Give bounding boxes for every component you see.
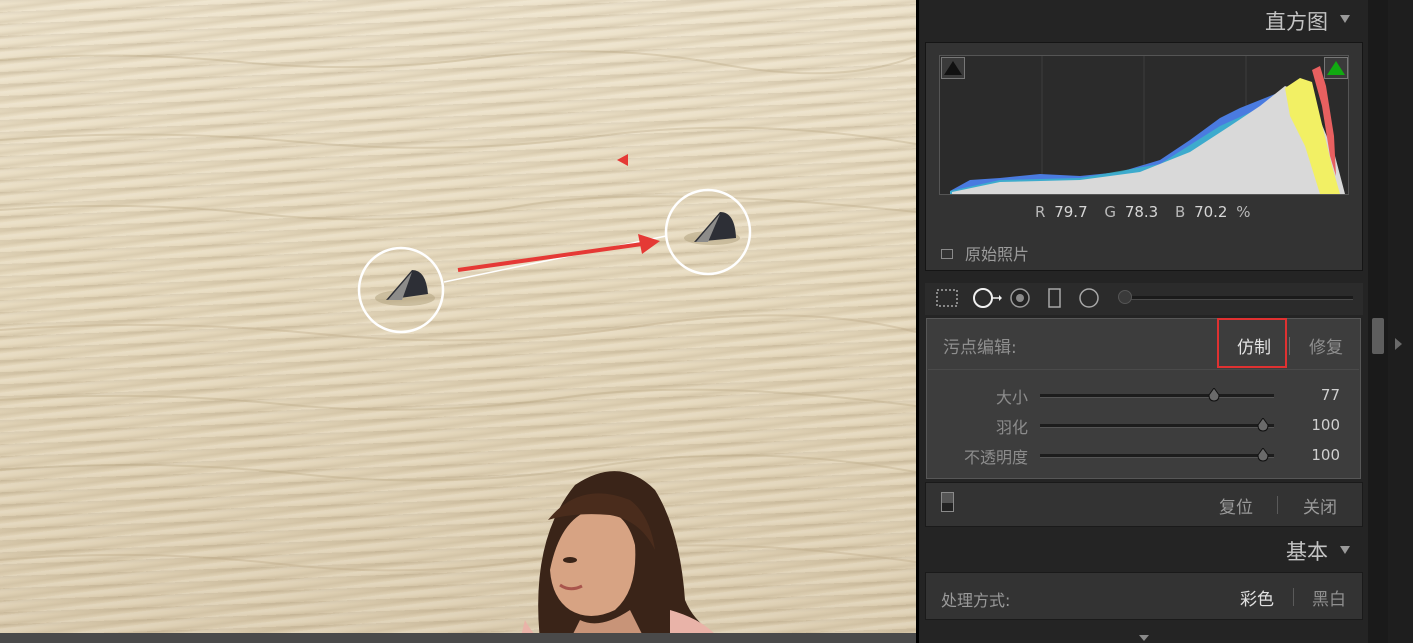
photo-canvas[interactable] xyxy=(0,0,916,633)
shadow-clipping-toggle[interactable] xyxy=(941,57,965,79)
photo-overlay xyxy=(0,50,916,572)
histogram-graph xyxy=(939,55,1349,195)
treatment-separator xyxy=(1293,588,1294,606)
filmstrip-edge xyxy=(0,633,916,643)
source-object xyxy=(375,270,435,306)
shadow-clip-triangle-icon xyxy=(944,61,962,75)
highlight-clip-triangle-icon xyxy=(1327,61,1345,75)
feather-slider-label: 羽化 xyxy=(995,418,1028,437)
g-label: G xyxy=(1104,203,1117,221)
feather-slider-track[interactable] xyxy=(1040,424,1274,428)
rgb-readout: R 79.7 G 78.3 B 70.2 % xyxy=(1035,203,1255,221)
opacity-slider-label: 不透明度 xyxy=(963,448,1028,467)
adjustment-brush-track[interactable] xyxy=(1125,296,1353,300)
target-object xyxy=(684,212,740,245)
red-eye-icon[interactable] xyxy=(1009,287,1033,309)
original-photo-checkbox[interactable] xyxy=(941,249,953,259)
action-separator xyxy=(1277,496,1278,514)
opacity-slider-track[interactable] xyxy=(1040,454,1274,458)
tool-action-bar xyxy=(925,482,1363,527)
spot-edit-divider xyxy=(928,369,1359,370)
scrollbar-thumb[interactable] xyxy=(1372,318,1384,354)
clone-mode-button[interactable]: 仿制 xyxy=(1237,333,1271,358)
close-button[interactable]: 关闭 xyxy=(1303,493,1337,518)
person-figure xyxy=(521,471,714,633)
radial-filter-icon[interactable] xyxy=(1078,287,1102,309)
r-label: R xyxy=(1035,203,1046,221)
original-photo-toggle[interactable]: 原始照片 xyxy=(941,241,1029,265)
bw-treatment-button[interactable]: 黑白 xyxy=(1312,585,1346,610)
r-value: 79.7 xyxy=(1054,203,1088,221)
annotation-arrow-head xyxy=(638,234,660,254)
basic-title: 基本 xyxy=(1286,540,1328,564)
mode-separator xyxy=(1289,337,1290,355)
color-treatment-button[interactable]: 彩色 xyxy=(1240,585,1274,610)
annotation-arrow xyxy=(457,242,643,272)
histogram-title: 直方图 xyxy=(1265,10,1328,34)
size-slider-track[interactable] xyxy=(1040,394,1274,398)
b-label: B xyxy=(1175,203,1186,221)
basic-header[interactable]: 基本 xyxy=(919,530,1368,570)
reset-button[interactable]: 复位 xyxy=(1219,493,1253,518)
histogram-header[interactable]: 直方图 xyxy=(919,0,1368,40)
g-value: 78.3 xyxy=(1124,203,1159,221)
histogram-curve xyxy=(950,56,1345,194)
size-slider-label: 大小 xyxy=(995,388,1028,407)
percent-sign: % xyxy=(1236,203,1251,221)
crop-overlay-icon[interactable] xyxy=(935,288,959,308)
collapse-triangle-icon[interactable] xyxy=(1340,15,1350,23)
b-value: 70.2 xyxy=(1194,203,1228,221)
adjustment-brush-icon[interactable] xyxy=(1118,290,1132,304)
original-photo-label: 原始照片 xyxy=(965,245,1030,264)
clone-link-line xyxy=(443,235,667,283)
heal-mode-button[interactable]: 修复 xyxy=(1309,333,1343,358)
highlight-clipping-toggle[interactable] xyxy=(1324,57,1348,79)
treatment-label: 处理方式: xyxy=(941,591,1011,610)
graduated-filter-icon[interactable] xyxy=(1046,287,1064,309)
opacity-slider-knob[interactable] xyxy=(1257,448,1269,462)
expand-down-icon[interactable] xyxy=(1139,635,1149,641)
panel-toggle-arrow-icon[interactable] xyxy=(1395,338,1402,350)
spot-removal-icon[interactable] xyxy=(971,287,1003,309)
show-overlay-icon[interactable] xyxy=(941,492,954,512)
small-red-marker xyxy=(617,154,628,166)
size-value[interactable]: 77 xyxy=(1290,386,1340,404)
feather-value[interactable]: 100 xyxy=(1290,416,1340,434)
size-slider-knob[interactable] xyxy=(1208,388,1220,402)
opacity-value[interactable]: 100 xyxy=(1290,446,1340,464)
feather-slider-knob[interactable] xyxy=(1257,418,1269,432)
right-edge-strip xyxy=(1388,0,1413,643)
collapse-triangle-icon[interactable] xyxy=(1340,546,1350,554)
spot-edit-label: 污点编辑: xyxy=(943,338,1017,358)
